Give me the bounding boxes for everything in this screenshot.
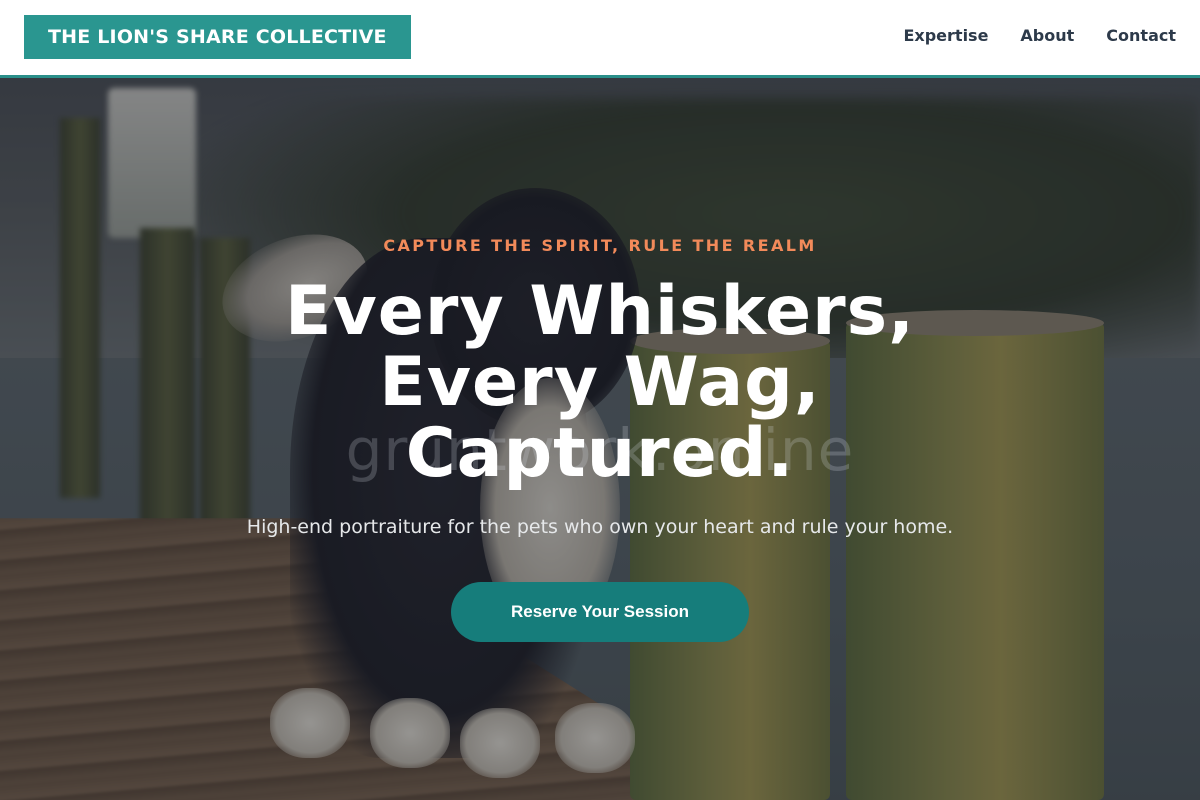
headline-line-3: Captured. bbox=[405, 414, 795, 493]
nav-link-contact[interactable]: Contact bbox=[1106, 26, 1176, 45]
headline-line-1: Every Whiskers, bbox=[285, 272, 915, 351]
hero-section: gruntwork.online CAPTURE THE SPIRIT, RUL… bbox=[0, 78, 1200, 800]
hero-eyebrow: CAPTURE THE SPIRIT, RULE THE REALM bbox=[383, 236, 817, 255]
hero-subhead: High-end portraiture for the pets who ow… bbox=[246, 516, 954, 538]
hero-headline: Every Whiskers, Every Wag, Captured. bbox=[250, 276, 950, 489]
site-header: THE LION'S SHARE COLLECTIVE Expertise Ab… bbox=[0, 0, 1200, 78]
nav-link-about[interactable]: About bbox=[1020, 26, 1074, 45]
nav-link-expertise[interactable]: Expertise bbox=[903, 26, 988, 45]
headline-line-2: Every Wag, bbox=[379, 343, 821, 422]
main-nav: Expertise About Contact bbox=[903, 26, 1176, 45]
brand-logo[interactable]: THE LION'S SHARE COLLECTIVE bbox=[24, 14, 411, 59]
reserve-session-button[interactable]: Reserve Your Session bbox=[451, 582, 749, 642]
